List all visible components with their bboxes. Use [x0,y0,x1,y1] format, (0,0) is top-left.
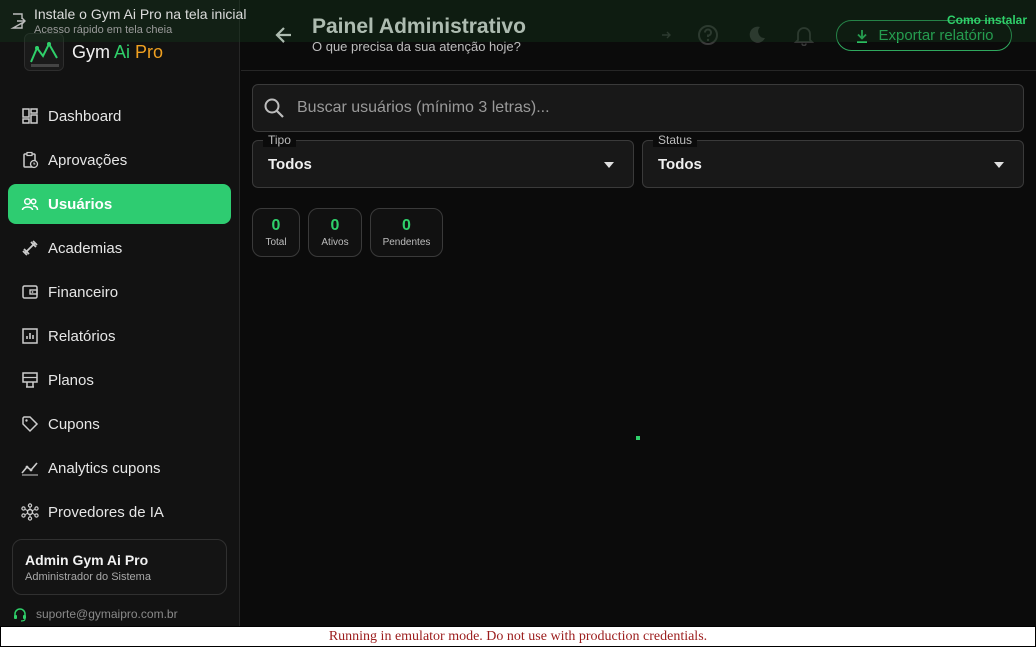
install-banner-title: Instale o Gym Ai Pro na tela inicial [34,6,247,22]
sidebar-item-label: Academias [48,239,123,257]
stat-pendentes-value: 0 [402,217,411,234]
sidebar-item-provedores-ia[interactable]: Provedores de IA [8,492,231,532]
dropdown-arrow-icon [604,162,614,168]
sidebar-item-label: Financeiro [48,283,119,301]
wallet-icon [21,283,39,301]
hub-icon [21,503,39,521]
sidebar-item-academias[interactable]: Academias [8,228,231,268]
install-banner[interactable]: Instale o Gym Ai Pro na tela inicial Ace… [0,0,1036,42]
dashboard-icon [21,107,39,125]
stat-ativos-label: Ativos [321,237,349,248]
status-select-value: Todos [658,156,702,173]
support-contact[interactable]: suporte@gymaipro.com.br [12,606,178,622]
dropdown-arrow-icon [994,162,1004,168]
sidebar-nav: Dashboard Aprovações Usuários Academias … [8,96,231,536]
user-name: Admin Gym Ai Pro [25,552,149,568]
sidebar-item-label: Planos [48,371,94,389]
report-icon [21,327,39,345]
support-email: suporte@gymaipro.com.br [36,607,178,621]
sidebar-item-label: Aprovações [48,151,128,169]
tag-icon [21,415,39,433]
stat-pendentes-label: Pendentes [382,237,431,248]
tipo-select-label: Tipo [263,133,296,147]
how-to-install-link[interactable]: Como instalar [947,13,1027,27]
stat-total: 0 Total [252,208,300,257]
search-input[interactable] [297,99,997,117]
search-icon [264,98,284,118]
install-banner-subtitle: Acesso rápido em tela cheia [34,24,173,36]
headset-icon [14,608,26,622]
stat-total-label: Total [265,237,287,248]
status-select-label: Status [653,133,698,147]
sidebar-item-cupons[interactable]: Cupons [8,404,231,444]
brand-name-gym: Gym [72,41,115,62]
tipo-select-value: Todos [268,156,312,173]
emulator-warning: Running in emulator mode. Do not use wit… [0,626,1036,647]
loading-indicator [636,436,640,440]
user-role: Administrador do Sistema [25,571,151,583]
sidebar-item-financeiro[interactable]: Financeiro [8,272,231,312]
sidebar-item-relatorios[interactable]: Relatórios [8,316,231,356]
sidebar-item-label: Dashboard [48,107,122,125]
sidebar-item-label: Analytics cupons [48,459,161,477]
dumbbell-icon [21,239,39,257]
sidebar-item-usuarios[interactable]: Usuários [8,184,231,224]
search-bar[interactable] [252,84,1024,132]
brand-name-ai: Ai [114,41,131,62]
sidebar-item-planos[interactable]: Planos [8,360,231,400]
stat-total-value: 0 [271,217,281,234]
stat-pendentes: 0 Pendentes [370,208,443,257]
sidebar: Gym Ai Pro Dashboard Aprovações Usuários… [0,0,240,626]
sidebar-item-label: Usuários [48,195,113,213]
sidebar-item-dashboard[interactable]: Dashboard [8,96,231,136]
sidebar-item-aprovacoes[interactable]: Aprovações [8,140,231,180]
sidebar-item-analytics-cupons[interactable]: Analytics cupons [8,448,231,488]
stat-ativos: 0 Ativos [308,208,362,257]
brand-name: Gym Ai Pro [72,42,163,63]
sidebar-item-label: Provedores de IA [48,503,164,521]
install-app-icon [10,13,26,29]
user-card[interactable]: Admin Gym Ai Pro Administrador do Sistem… [12,539,227,595]
users-icon [21,195,39,213]
tipo-select[interactable]: Tipo Todos [252,133,634,188]
status-select[interactable]: Status Todos [642,133,1024,188]
approval-icon [21,151,39,169]
sidebar-item-label: Cupons [48,415,100,433]
analytics-icon [21,459,39,477]
stat-ativos-value: 0 [330,217,340,234]
plans-icon [21,371,39,389]
sidebar-item-label: Relatórios [48,327,116,345]
brand-name-pro: Pro [130,41,164,62]
